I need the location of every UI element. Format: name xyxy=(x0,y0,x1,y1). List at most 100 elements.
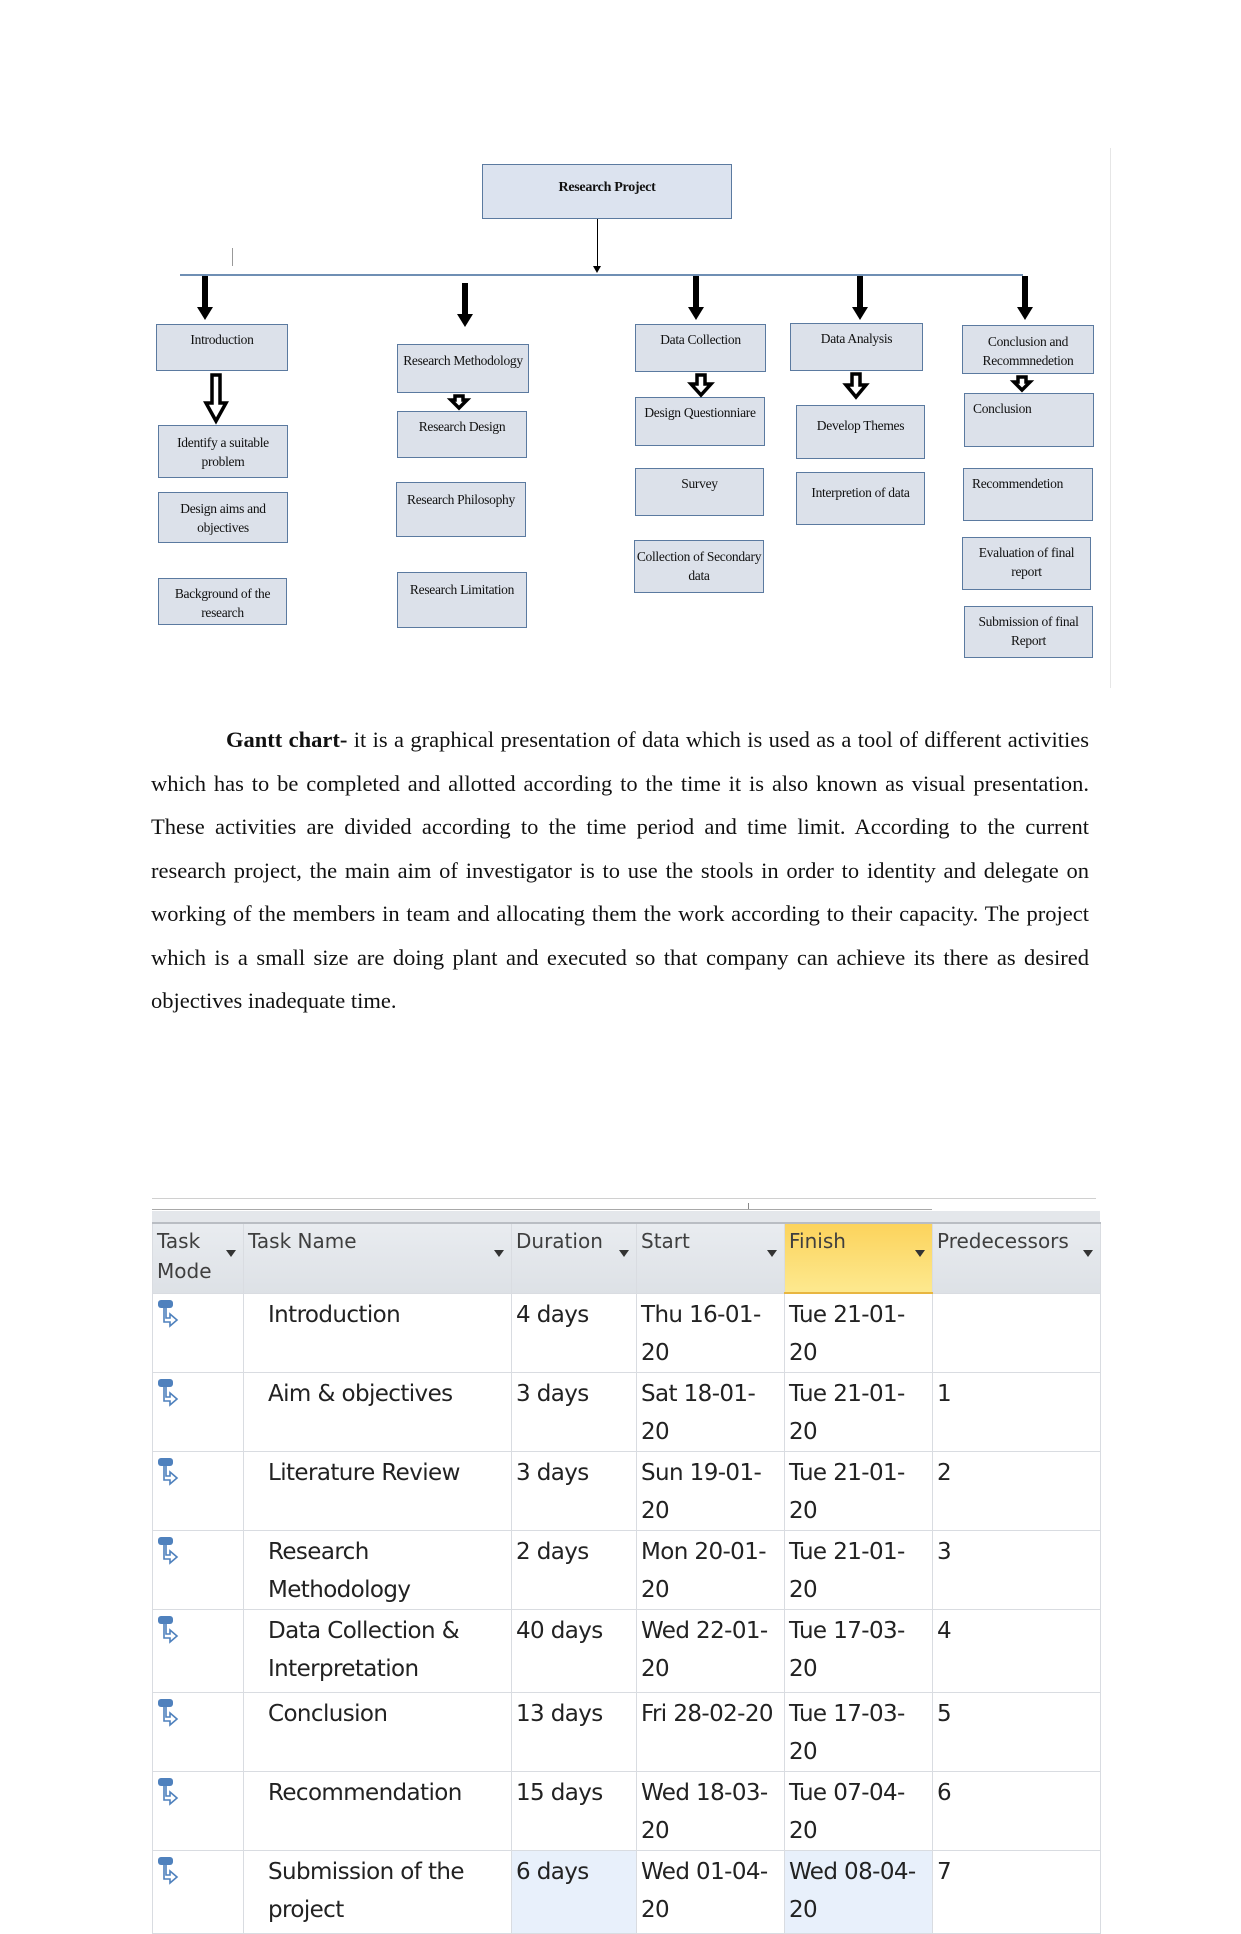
finish-cell[interactable]: Tue 21-01-20 xyxy=(784,1292,933,1373)
finish-cell[interactable]: Tue 21-01-20 xyxy=(784,1530,933,1610)
box-introduction: Introduction xyxy=(156,324,288,371)
hollow-down-arrow-icon xyxy=(446,394,472,411)
dropdown-arrow-icon[interactable] xyxy=(494,1250,504,1257)
start-cell[interactable]: Sat 18-01-20 xyxy=(636,1372,785,1452)
dropdown-arrow-icon[interactable] xyxy=(1083,1250,1093,1257)
finish-cell[interactable]: Tue 21-01-20 xyxy=(784,1451,933,1531)
task-row[interactable]: Introduction 4 days Thu 16-01-20 Tue 21-… xyxy=(152,1292,1101,1373)
task-row[interactable]: Literature Review 3 days Sun 19-01-20 Tu… xyxy=(152,1451,1101,1531)
start-cell[interactable]: Sun 19-01-20 xyxy=(636,1451,785,1531)
down-arrow-icon xyxy=(688,276,704,320)
box-identify-problem: Identify a suitable problem xyxy=(158,425,288,478)
box-root: Research Project xyxy=(482,164,732,219)
start-cell[interactable]: Wed 22-01-20 xyxy=(636,1609,785,1693)
root-connector xyxy=(597,219,598,267)
header-row: Task Mode Task Name Duration Start Finis… xyxy=(152,1222,1101,1294)
finish-cell[interactable]: Tue 17-03-20 xyxy=(784,1609,933,1693)
predecessors-cell[interactable]: 4 xyxy=(932,1609,1101,1693)
duration-cell[interactable]: 4 days xyxy=(511,1292,637,1373)
predecessors-cell[interactable]: 3 xyxy=(932,1530,1101,1610)
duration-cell[interactable]: 15 days xyxy=(511,1771,637,1851)
column-header-predecessors[interactable]: Predecessors xyxy=(932,1222,1101,1294)
task-mode-cell[interactable] xyxy=(152,1850,244,1934)
box-secondary-data: Collection of Secondary data xyxy=(634,540,764,593)
predecessors-cell[interactable]: 7 xyxy=(932,1850,1101,1934)
task-mode-cell[interactable] xyxy=(152,1292,244,1373)
duration-cell[interactable]: 3 days xyxy=(511,1372,637,1452)
task-name-cell[interactable]: Data Collection & Interpretation xyxy=(243,1609,512,1693)
finish-cell[interactable]: Tue 21-01-20 xyxy=(784,1372,933,1452)
box-recommendation: Recommendetion xyxy=(963,468,1093,521)
task-name-cell[interactable]: Recommendation xyxy=(243,1771,512,1851)
predecessors-cell[interactable] xyxy=(932,1292,1101,1373)
predecessors-cell[interactable]: 1 xyxy=(932,1372,1101,1452)
task-mode-cell[interactable] xyxy=(152,1692,244,1772)
task-name-cell[interactable]: Research Methodology xyxy=(243,1530,512,1610)
start-cell[interactable]: Fri 28-02-20 xyxy=(636,1692,785,1772)
task-name-cell[interactable]: Conclusion xyxy=(243,1692,512,1772)
task-name-cell[interactable]: Literature Review xyxy=(243,1451,512,1531)
dropdown-arrow-icon[interactable] xyxy=(226,1250,236,1257)
box-design-aims: Design aims and objectives xyxy=(158,492,288,543)
column-header-finish[interactable]: Finish xyxy=(784,1222,933,1294)
duration-cell[interactable]: 13 days xyxy=(511,1692,637,1772)
down-arrow-icon xyxy=(197,276,213,320)
box-data-collection: Data Collection xyxy=(635,324,766,372)
dropdown-arrow-icon[interactable] xyxy=(915,1250,925,1257)
duration-cell[interactable]: 2 days xyxy=(511,1530,637,1610)
hollow-down-arrow-icon xyxy=(1009,375,1035,393)
start-cell[interactable]: Mon 20-01-20 xyxy=(636,1530,785,1610)
duration-cell[interactable]: 6 days xyxy=(511,1850,637,1934)
down-arrow-icon xyxy=(852,276,868,320)
header-label: Start xyxy=(641,1229,690,1253)
column-header-start[interactable]: Start xyxy=(636,1222,785,1294)
dropdown-arrow-icon[interactable] xyxy=(767,1250,777,1257)
finish-cell[interactable]: Wed 08-04-20 xyxy=(784,1850,933,1934)
auto-scheduled-task-icon xyxy=(158,1616,179,1644)
auto-scheduled-task-icon xyxy=(158,1778,179,1806)
start-cell[interactable]: Wed 01-04-20 xyxy=(636,1850,785,1934)
hollow-down-arrow-icon xyxy=(203,373,229,425)
branch-connector-line xyxy=(180,274,1023,276)
paragraph-lead: Gantt chart- xyxy=(226,727,348,752)
task-row[interactable]: Data Collection & Interpretation 40 days… xyxy=(152,1609,1101,1693)
box-design-questionnaire: Design Questionniare xyxy=(635,397,765,446)
task-row[interactable]: Submission of the project 6 days Wed 01-… xyxy=(152,1850,1101,1934)
column-header-task-name[interactable]: Task Name xyxy=(243,1222,512,1294)
research-project-hierarchy-diagram: Research Project Introduction Research M… xyxy=(0,0,1241,700)
task-name-cell[interactable]: Introduction xyxy=(243,1292,512,1373)
header-label: Task Name xyxy=(248,1229,357,1253)
task-mode-cell[interactable] xyxy=(152,1771,244,1851)
root-arrow-icon xyxy=(593,266,601,273)
header-label: Predecessors xyxy=(937,1229,1069,1253)
column-header-task-mode[interactable]: Task Mode xyxy=(152,1222,244,1294)
start-cell[interactable]: Wed 18-03-20 xyxy=(636,1771,785,1851)
finish-cell[interactable]: Tue 17-03-20 xyxy=(784,1692,933,1772)
task-mode-cell[interactable] xyxy=(152,1609,244,1693)
predecessors-cell[interactable]: 6 xyxy=(932,1771,1101,1851)
task-row[interactable]: Aim & objectives 3 days Sat 18-01-20 Tue… xyxy=(152,1372,1101,1452)
box-develop-themes: Develop Themes xyxy=(796,405,925,459)
task-name-cell[interactable]: Aim & objectives xyxy=(243,1372,512,1452)
start-cell[interactable]: Thu 16-01-20 xyxy=(636,1292,785,1373)
finish-cell[interactable]: Tue 07-04-20 xyxy=(784,1771,933,1851)
task-mode-cell[interactable] xyxy=(152,1372,244,1452)
task-row[interactable]: Recommendation 15 days Wed 18-03-20 Tue … xyxy=(152,1771,1101,1851)
auto-scheduled-task-icon xyxy=(158,1299,179,1328)
predecessors-cell[interactable]: 2 xyxy=(932,1451,1101,1531)
box-survey: Survey xyxy=(635,468,764,516)
column-header-duration[interactable]: Duration xyxy=(511,1222,637,1294)
predecessors-cell[interactable]: 5 xyxy=(932,1692,1101,1772)
task-name-cell[interactable]: Submission of the project xyxy=(243,1850,512,1934)
dropdown-arrow-icon[interactable] xyxy=(619,1250,629,1257)
duration-cell[interactable]: 3 days xyxy=(511,1451,637,1531)
task-row[interactable]: Conclusion 13 days Fri 28-02-20 Tue 17-0… xyxy=(152,1692,1101,1772)
box-evaluation-final-report: Evaluation of final report xyxy=(962,537,1091,590)
header-label: Duration xyxy=(516,1229,603,1253)
task-mode-cell[interactable] xyxy=(152,1451,244,1531)
box-research-philosophy: Research Philosophy xyxy=(396,482,526,537)
auto-scheduled-task-icon xyxy=(158,1699,179,1727)
task-row[interactable]: Research Methodology 2 days Mon 20-01-20… xyxy=(152,1530,1101,1610)
task-mode-cell[interactable] xyxy=(152,1530,244,1610)
duration-cell[interactable]: 40 days xyxy=(511,1609,637,1693)
